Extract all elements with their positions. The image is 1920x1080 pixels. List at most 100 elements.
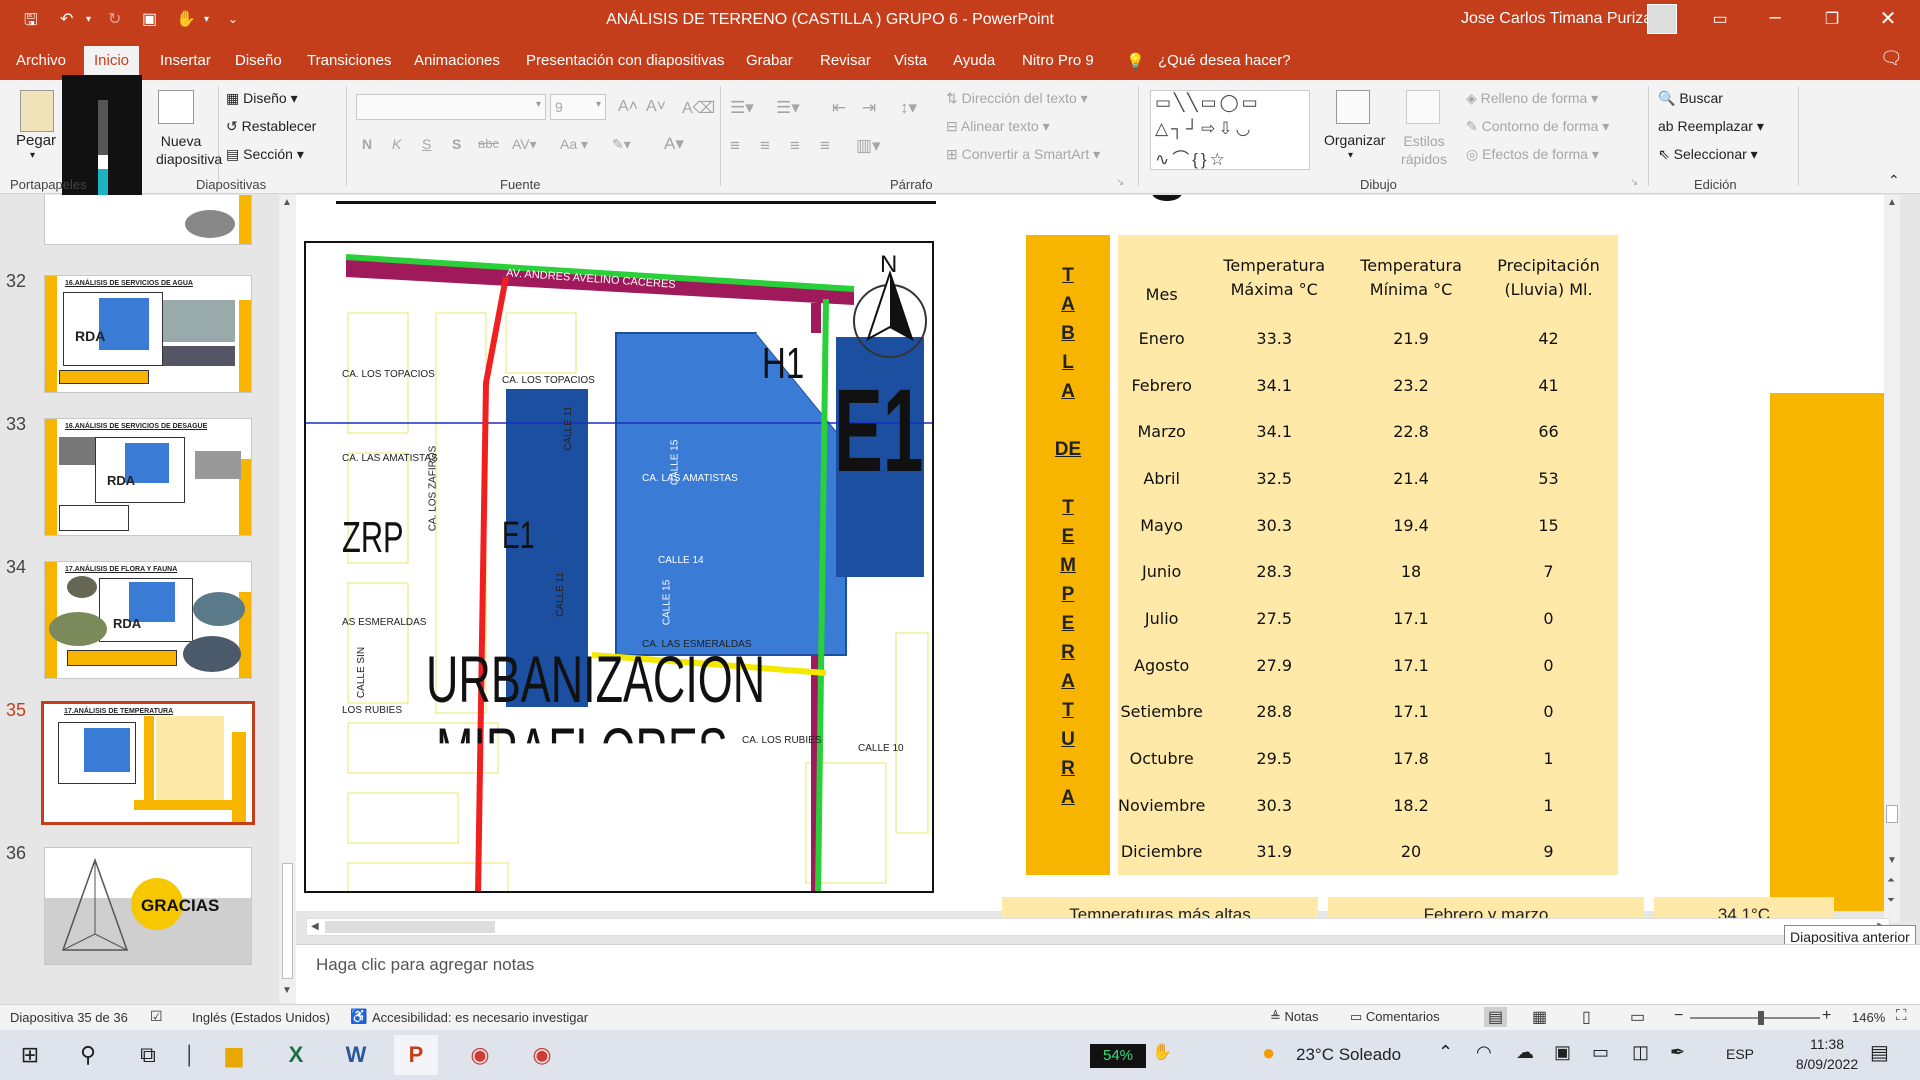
chrome-profile-icon[interactable]: ◉ (520, 1035, 564, 1075)
clock-date[interactable]: 8/09/2022 (1792, 1056, 1862, 1072)
text-direction-button[interactable]: ⇅ Dirección del texto ▾ (946, 90, 1088, 107)
paste-dropdown-icon[interactable]: ▾ (30, 150, 35, 161)
notes-toggle-button[interactable]: ≜ Notas (1270, 1009, 1318, 1025)
zoom-slider-thumb[interactable] (1758, 1011, 1764, 1025)
shape-effects-button[interactable]: ◎ Efectos de forma ▾ (1466, 146, 1599, 163)
comments-button[interactable]: ▭ Comentarios (1350, 1009, 1440, 1025)
file-explorer-icon[interactable]: ▆ (212, 1035, 256, 1075)
scroll-left-icon[interactable]: ◀ (311, 921, 319, 932)
shape-outline-button[interactable]: ✎ Contorno de forma ▾ (1466, 118, 1609, 135)
scroll-down-icon[interactable]: ▼ (282, 985, 292, 996)
line-spacing-icon[interactable]: ↕▾ (900, 98, 917, 118)
tab-archivo[interactable]: Archivo (16, 52, 66, 69)
align-right-icon[interactable]: ≡ (790, 136, 800, 156)
previous-slide-icon[interactable]: ⏶ (1887, 875, 1895, 886)
input-language[interactable]: ESP (1726, 1046, 1754, 1062)
scroll-up-icon[interactable]: ▲ (1887, 197, 1897, 208)
scrollbar-thumb[interactable] (1886, 805, 1898, 823)
tab-revisar[interactable]: Revisar (820, 52, 871, 69)
slide-thumbnail-34[interactable]: 17.ANÁLISIS DE FLORA Y FAUNA RDA (44, 561, 252, 679)
layout-button[interactable]: ▦ Diseño ▾ (226, 90, 298, 107)
minimize-icon[interactable]: – (1755, 6, 1795, 29)
windows-start-icon[interactable]: ⊞ (8, 1035, 52, 1075)
drawing-launcher-icon[interactable]: ↘ (1630, 177, 1638, 188)
notes-pane[interactable]: Haga clic para agregar notas (296, 944, 1920, 1004)
shape-fill-button[interactable]: ◈ Relleno de forma ▾ (1466, 90, 1598, 107)
char-spacing-icon[interactable]: AV▾ (512, 136, 537, 153)
smartart-button[interactable]: ⊞ Convertir a SmartArt ▾ (946, 146, 1100, 163)
tell-me-search[interactable]: ¿Qué desea hacer? (1158, 52, 1291, 69)
reset-button[interactable]: ↺ Restablecer (226, 118, 316, 135)
slide-canvas[interactable]: N H1 E1 E1 ZRP URBANIZACION MIRAFLORES A… (296, 195, 1884, 923)
collapse-ribbon-icon[interactable]: ⌃ (1888, 172, 1900, 189)
slide-thumbnail-31[interactable] (44, 195, 252, 245)
new-slide-icon[interactable] (158, 90, 194, 124)
wifi-icon[interactable]: ◠ (1476, 1042, 1492, 1063)
font-color-icon[interactable]: A▾ (664, 134, 684, 154)
increase-font-icon[interactable]: A˄ (618, 98, 638, 116)
paste-icon[interactable] (20, 90, 54, 132)
tab-grabar[interactable]: Grabar (746, 52, 793, 69)
slide-vertical-scrollbar[interactable]: ▲ ▼ ⏶ ⏷ (1884, 195, 1900, 923)
increase-indent-icon[interactable]: ⇥ (862, 98, 876, 118)
excel-icon[interactable]: X (274, 1035, 318, 1075)
avatar[interactable] (1647, 4, 1677, 34)
task-view-icon[interactable]: ⧉ (126, 1035, 170, 1075)
find-button[interactable]: 🔍 Buscar (1658, 90, 1723, 107)
zoom-in-icon[interactable]: + (1822, 1007, 1831, 1025)
spell-check-icon[interactable]: ☑ (150, 1008, 163, 1025)
underline-button[interactable]: S (422, 136, 431, 152)
reading-view-icon[interactable]: ▯ (1582, 1007, 1591, 1027)
clear-format-icon[interactable]: A⌫ (682, 98, 715, 118)
change-case-button[interactable]: Aa ▾ (560, 136, 588, 153)
scroll-down-icon[interactable]: ▼ (1887, 855, 1897, 866)
weather-text[interactable]: 23°C Soleado (1296, 1045, 1401, 1065)
notifications-icon[interactable]: ▤ (1870, 1040, 1889, 1065)
font-size-combo[interactable]: 9 ▾ (550, 94, 606, 120)
zoom-out-icon[interactable]: − (1674, 1007, 1683, 1025)
tab-transiciones[interactable]: Transiciones (307, 52, 391, 69)
zoom-level[interactable]: 146% (1852, 1010, 1885, 1025)
quick-styles-button[interactable]: Estilos rápidos (1398, 132, 1450, 168)
align-center-icon[interactable]: ≡ (760, 136, 770, 156)
select-button[interactable]: ⇖ Seleccionar ▾ (1658, 146, 1758, 163)
thumbnail-scrollbar[interactable]: ▲ ▼ (279, 195, 296, 1003)
paragraph-launcher-icon[interactable]: ↘ (1116, 177, 1124, 188)
paste-button[interactable]: Pegar (16, 132, 56, 149)
section-button[interactable]: ▤ Sección ▾ (226, 146, 304, 163)
bold-button[interactable]: N (362, 136, 372, 152)
tab-presentacion[interactable]: Presentación con diapositivas (526, 52, 724, 69)
slide-sorter-icon[interactable]: ▦ (1532, 1007, 1547, 1027)
close-icon[interactable]: ✕ (1868, 6, 1908, 31)
highlight-icon[interactable]: ✎▾ (612, 136, 631, 153)
comment-icon[interactable]: 🗨 (1880, 48, 1903, 69)
replace-button[interactable]: ab Reemplazar ▾ (1658, 118, 1764, 135)
clock-time[interactable]: 11:38 (1792, 1036, 1862, 1052)
justify-icon[interactable]: ≡ (820, 136, 830, 156)
chrome-icon[interactable]: ◉ (458, 1035, 502, 1075)
display-icon[interactable]: ▣ (1554, 1042, 1571, 1063)
decrease-font-icon[interactable]: A˅ (646, 98, 666, 116)
bullets-icon[interactable]: ☰▾ (730, 98, 754, 118)
new-slide-button[interactable]: Nueva diapositiva (156, 132, 222, 168)
fit-to-window-icon[interactable]: ⛶ (1896, 1007, 1907, 1024)
tab-ayuda[interactable]: Ayuda (953, 52, 995, 69)
shapes-gallery[interactable]: ▭╲╲▭◯▭ △┐┘⇨⇩◡ ∿⌒{}☆ (1150, 90, 1310, 170)
user-name[interactable]: Jose Carlos Timana Purizaga (1461, 10, 1670, 28)
slide-thumbnail-32[interactable]: 16.ANÁLISIS DE SERVICIOS DE AGUA RDA (44, 275, 252, 393)
weather-icon[interactable]: ● (1262, 1040, 1275, 1066)
accessibility-status[interactable]: Accesibilidad: es necesario investigar (372, 1010, 588, 1025)
decrease-indent-icon[interactable]: ⇤ (832, 98, 846, 118)
align-text-button[interactable]: ⊟ Alinear texto ▾ (946, 118, 1050, 135)
tab-diseno[interactable]: Diseño (235, 52, 282, 69)
quick-styles-icon[interactable] (1406, 90, 1440, 124)
align-left-icon[interactable]: ≡ (730, 136, 740, 156)
italic-button[interactable]: K (392, 136, 401, 152)
battery-icon[interactable]: ▭ (1592, 1042, 1609, 1063)
shadow-button[interactable]: S (452, 136, 461, 152)
powerpoint-icon[interactable]: P (394, 1035, 438, 1075)
arrange-icon[interactable] (1336, 90, 1370, 124)
accessibility-icon[interactable]: ♿ (350, 1008, 367, 1025)
language-status[interactable]: Inglés (Estados Unidos) (192, 1010, 330, 1025)
numbering-icon[interactable]: ☰▾ (776, 98, 800, 118)
